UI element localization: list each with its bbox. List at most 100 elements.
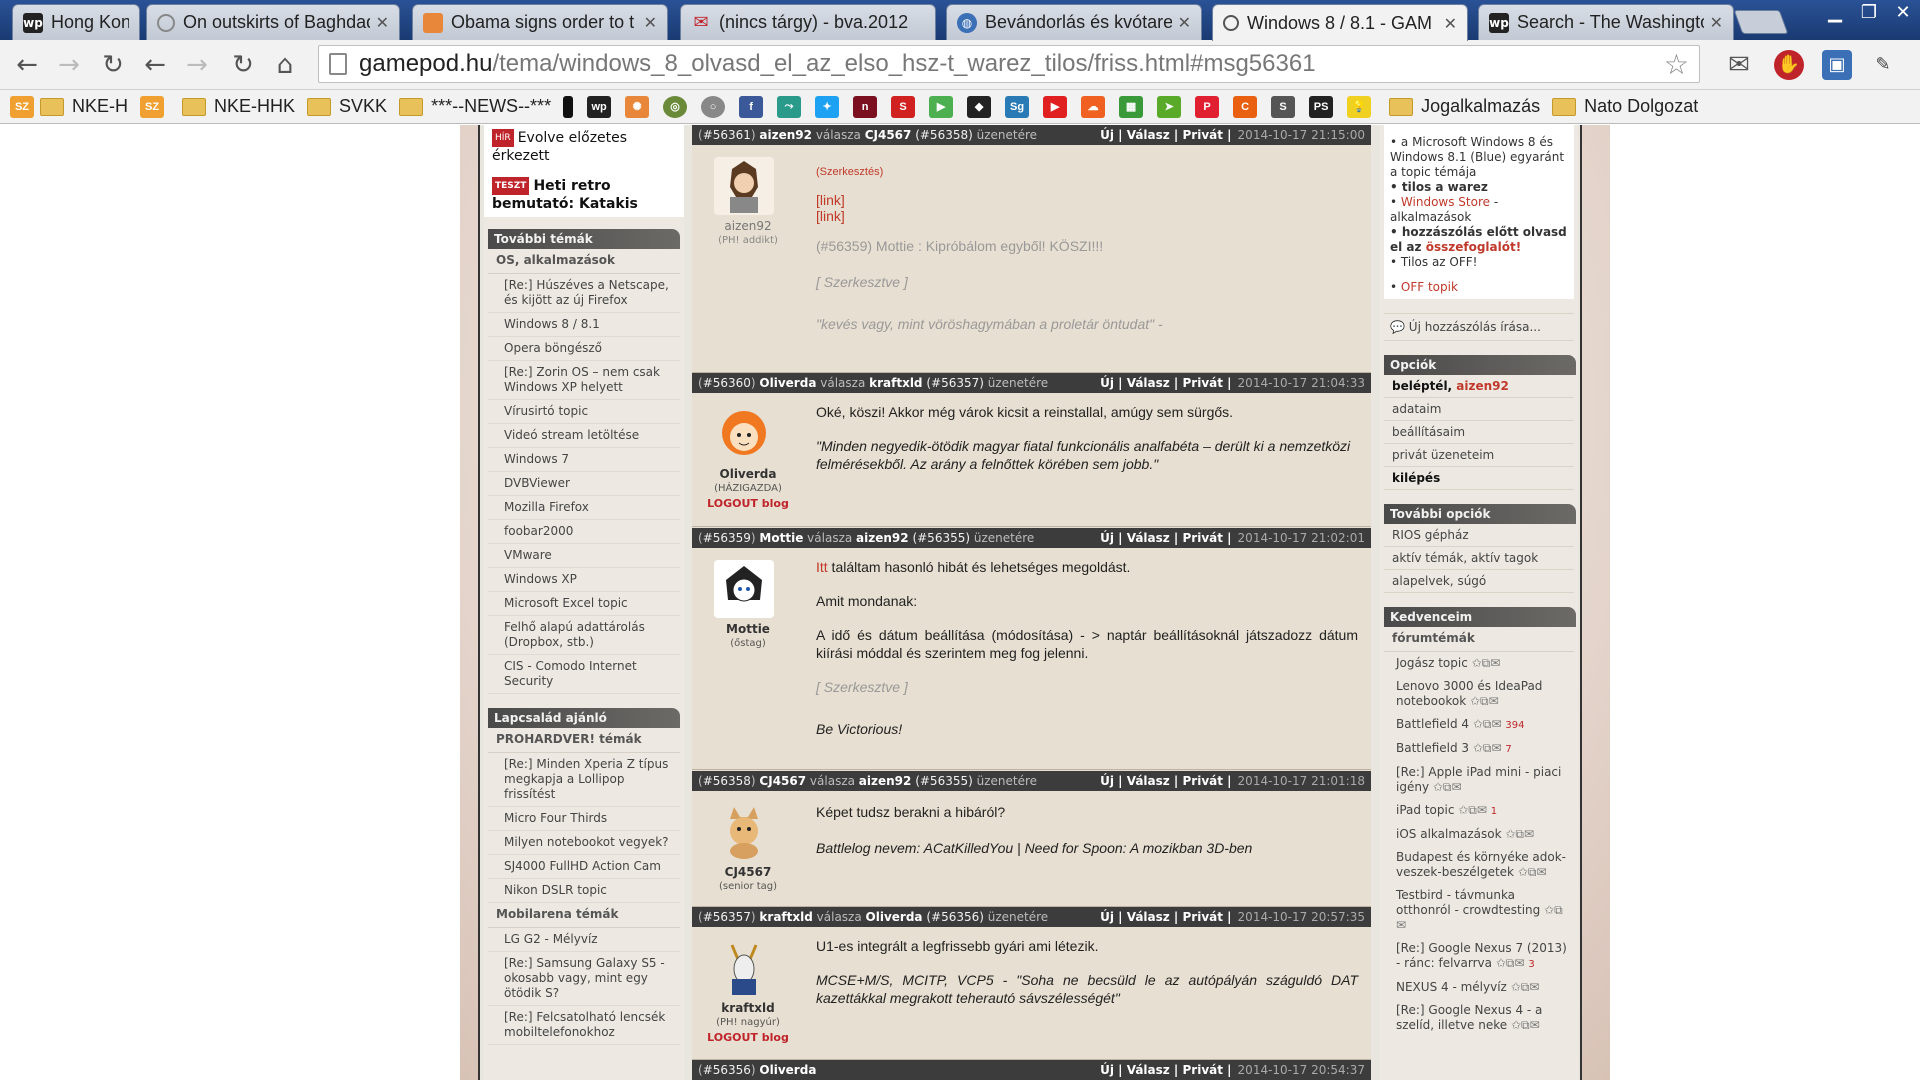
tab-gmail[interactable]: ✉ (nincs tárgy) - bva.2012: [680, 4, 936, 40]
new-post-link[interactable]: 💬 Új hozzászólás írása...: [1384, 313, 1574, 341]
post-link[interactable]: [link]: [816, 207, 1358, 225]
topic-action-icons[interactable]: ✩⧉✉: [1468, 656, 1501, 670]
favorite-topic[interactable]: Lenovo 3000 és IdeaPad notebookok ✩⧉✉: [1380, 675, 1578, 713]
reply-to-id[interactable]: #56355: [917, 528, 965, 548]
topic-action-icons[interactable]: ✩⧉✉: [1514, 865, 1547, 879]
close-icon[interactable]: ✕: [644, 13, 657, 32]
summary-link[interactable]: összefoglalót!: [1426, 240, 1521, 254]
sidebar-topic-link[interactable]: Felhő alapú adattárolás (Dropbox, stb.): [488, 616, 680, 655]
logged-in-username[interactable]: aizen92: [1456, 379, 1509, 393]
avatar[interactable]: [714, 560, 774, 618]
option-kilepes[interactable]: kilépés: [1384, 467, 1574, 490]
off-topic-link[interactable]: OFF topik: [1401, 280, 1458, 294]
post-author[interactable]: kraftxld: [759, 907, 812, 927]
post-id[interactable]: #56360: [703, 373, 751, 393]
tab-windows8-active[interactable]: Windows 8 / 8.1 - GAM ✕: [1212, 4, 1468, 41]
sidebar-topic-link[interactable]: Micro Four Thirds: [488, 807, 680, 831]
close-icon[interactable]: ✕: [1444, 14, 1457, 33]
tab-bevandorlas[interactable]: ◍ Bevándorlás és kvótarendszer ✕: [946, 4, 1202, 40]
post-id[interactable]: #56357: [703, 907, 751, 927]
close-icon[interactable]: ✕: [376, 13, 389, 32]
reload-icon[interactable]: ↻: [96, 48, 130, 82]
bookmark-jogalkalmazas[interactable]: Jogalkalmazás: [1389, 96, 1540, 117]
post-username[interactable]: Oliverda: [692, 467, 804, 481]
post-actions[interactable]: Új | Válasz | Privát |: [1100, 771, 1231, 791]
reload-icon[interactable]: ↻: [226, 48, 260, 82]
sidebar-topic-link[interactable]: CIS - Comodo Internet Security: [488, 655, 680, 694]
option-rios-gephaz[interactable]: RIOS gépház: [1384, 524, 1574, 547]
bookmark-nke-h[interactable]: SZ NKE-H: [10, 95, 128, 118]
post-author[interactable]: CJ4567: [759, 771, 806, 791]
post-username[interactable]: CJ4567: [692, 865, 804, 879]
evernote-icon[interactable]: ✎: [1868, 50, 1898, 80]
favorite-topic[interactable]: Jogász topic ✩⧉✉: [1380, 652, 1578, 675]
favorite-topic[interactable]: [Re:] Apple iPad mini - piaci igény ✩⧉✉: [1380, 761, 1578, 799]
post-actions[interactable]: Új | Válasz | Privát |: [1100, 125, 1231, 145]
sidebar-topic-link[interactable]: Windows 8 / 8.1: [488, 313, 680, 337]
mail-icon[interactable]: ✉: [1724, 50, 1754, 80]
maximize-button[interactable]: ❐: [1852, 0, 1886, 26]
extension-icon[interactable]: ▣: [1822, 50, 1852, 80]
sidebar-topic-link[interactable]: [Re:] Felcsatolható lencsék mobiltelefon…: [488, 1006, 680, 1045]
favorite-topic[interactable]: Testbird - távmunka otthonról - crowdtes…: [1380, 884, 1578, 937]
topic-action-icons[interactable]: ✩⧉✉: [1469, 741, 1502, 755]
reply-to-user[interactable]: kraftxld: [869, 373, 922, 393]
unread-count-badge[interactable]: 3: [1528, 959, 1534, 970]
sidebar-topic-link[interactable]: Videó stream letöltése: [488, 424, 680, 448]
unread-count-badge[interactable]: 394: [1505, 720, 1524, 731]
option-help[interactable]: alapelvek, súgó: [1384, 570, 1574, 593]
favorite-topic[interactable]: [Re:] Google Nexus 4 - a szelíd, illetve…: [1380, 999, 1578, 1037]
reply-to-id[interactable]: #56355: [920, 771, 968, 791]
sidebar-topic-link[interactable]: [Re:] Minden Xperia Z típus megkapja a L…: [488, 753, 680, 807]
forward-icon[interactable]: →: [180, 48, 214, 82]
bookmark-news[interactable]: ***--NEWS--***: [399, 96, 551, 117]
post-author[interactable]: Oliverda: [759, 373, 816, 393]
reply-to-user[interactable]: CJ4567: [865, 125, 912, 145]
back-icon[interactable]: ←: [138, 48, 172, 82]
post-id[interactable]: #56361: [703, 125, 751, 145]
new-tab-button[interactable]: [1733, 10, 1789, 34]
topic-action-icons[interactable]: ✩⧉✉: [1454, 803, 1487, 817]
option-privat-uzeneteim[interactable]: privát üzeneteim: [1384, 444, 1574, 467]
favorite-topic[interactable]: Budapest és környéke adok-veszek-beszélg…: [1380, 846, 1578, 884]
topic-action-icons[interactable]: ✩⧉✉: [1507, 980, 1540, 994]
forward-icon[interactable]: →: [52, 48, 86, 82]
post-username[interactable]: aizen92: [692, 219, 804, 233]
topic-action-icons[interactable]: ✩⧉✉: [1466, 694, 1499, 708]
sidebar-topic-link[interactable]: Microsoft Excel topic: [488, 592, 680, 616]
topic-action-icons[interactable]: ✩⧉✉: [1507, 1018, 1540, 1032]
option-beallitasaim[interactable]: beállításaim: [1384, 421, 1574, 444]
topic-action-icons[interactable]: ✩⧉✉: [1469, 717, 1502, 731]
post-id[interactable]: #56356: [703, 1060, 751, 1080]
windows-store-link[interactable]: Windows Store: [1401, 195, 1490, 209]
reply-to-user[interactable]: aizen92: [859, 771, 912, 791]
favorite-topic[interactable]: [Re:] Google Nexus 7 (2013) - ránc: felv…: [1380, 937, 1578, 976]
back-icon[interactable]: ←: [10, 48, 44, 82]
reply-to-id[interactable]: #56357: [931, 373, 979, 393]
reply-to-id[interactable]: #56356: [931, 907, 979, 927]
close-icon[interactable]: ✕: [1178, 13, 1191, 32]
reply-to-id[interactable]: #56358: [920, 125, 968, 145]
edit-link[interactable]: (Szerkesztés): [816, 163, 1358, 181]
sidebar-topic-link[interactable]: DVBViewer: [488, 472, 680, 496]
sidebar-topic-link[interactable]: VMware: [488, 544, 680, 568]
avatar[interactable]: [714, 157, 774, 215]
close-icon[interactable]: ✕: [1710, 13, 1723, 32]
post-actions[interactable]: Új | Válasz | Privát |: [1100, 907, 1231, 927]
minimize-button[interactable]: ▁: [1818, 0, 1852, 26]
sidebar-topic-link[interactable]: [Re:] Zorin OS – nem csak Windows XP hel…: [488, 361, 680, 400]
avatar[interactable]: [714, 803, 774, 861]
sidebar-topic-link[interactable]: LG G2 - Mélyvíz: [488, 928, 680, 952]
sidebar-topic-link[interactable]: SJ4000 FullHD Action Cam: [488, 855, 680, 879]
sidebar-topic-link[interactable]: Windows 7: [488, 448, 680, 472]
topic-action-icons[interactable]: ✩⧉✉: [1502, 827, 1534, 841]
favorite-topic[interactable]: Battlefield 4 ✩⧉✉ 394: [1380, 713, 1578, 737]
sidebar-topic-link[interactable]: Windows XP: [488, 568, 680, 592]
sidebar-topic-link[interactable]: [Re:] Samsung Galaxy S5 - okosabb vagy, …: [488, 952, 680, 1006]
post-author[interactable]: Oliverda: [759, 1060, 816, 1080]
bookmark-sz[interactable]: SZ: [140, 95, 170, 118]
avatar[interactable]: [714, 405, 774, 463]
favorite-topic[interactable]: Battlefield 3 ✩⧉✉ 7: [1380, 737, 1578, 761]
tab-washington-search[interactable]: wp Search - The Washingto ✕: [1478, 4, 1734, 40]
unread-count-badge[interactable]: 7: [1505, 744, 1511, 755]
